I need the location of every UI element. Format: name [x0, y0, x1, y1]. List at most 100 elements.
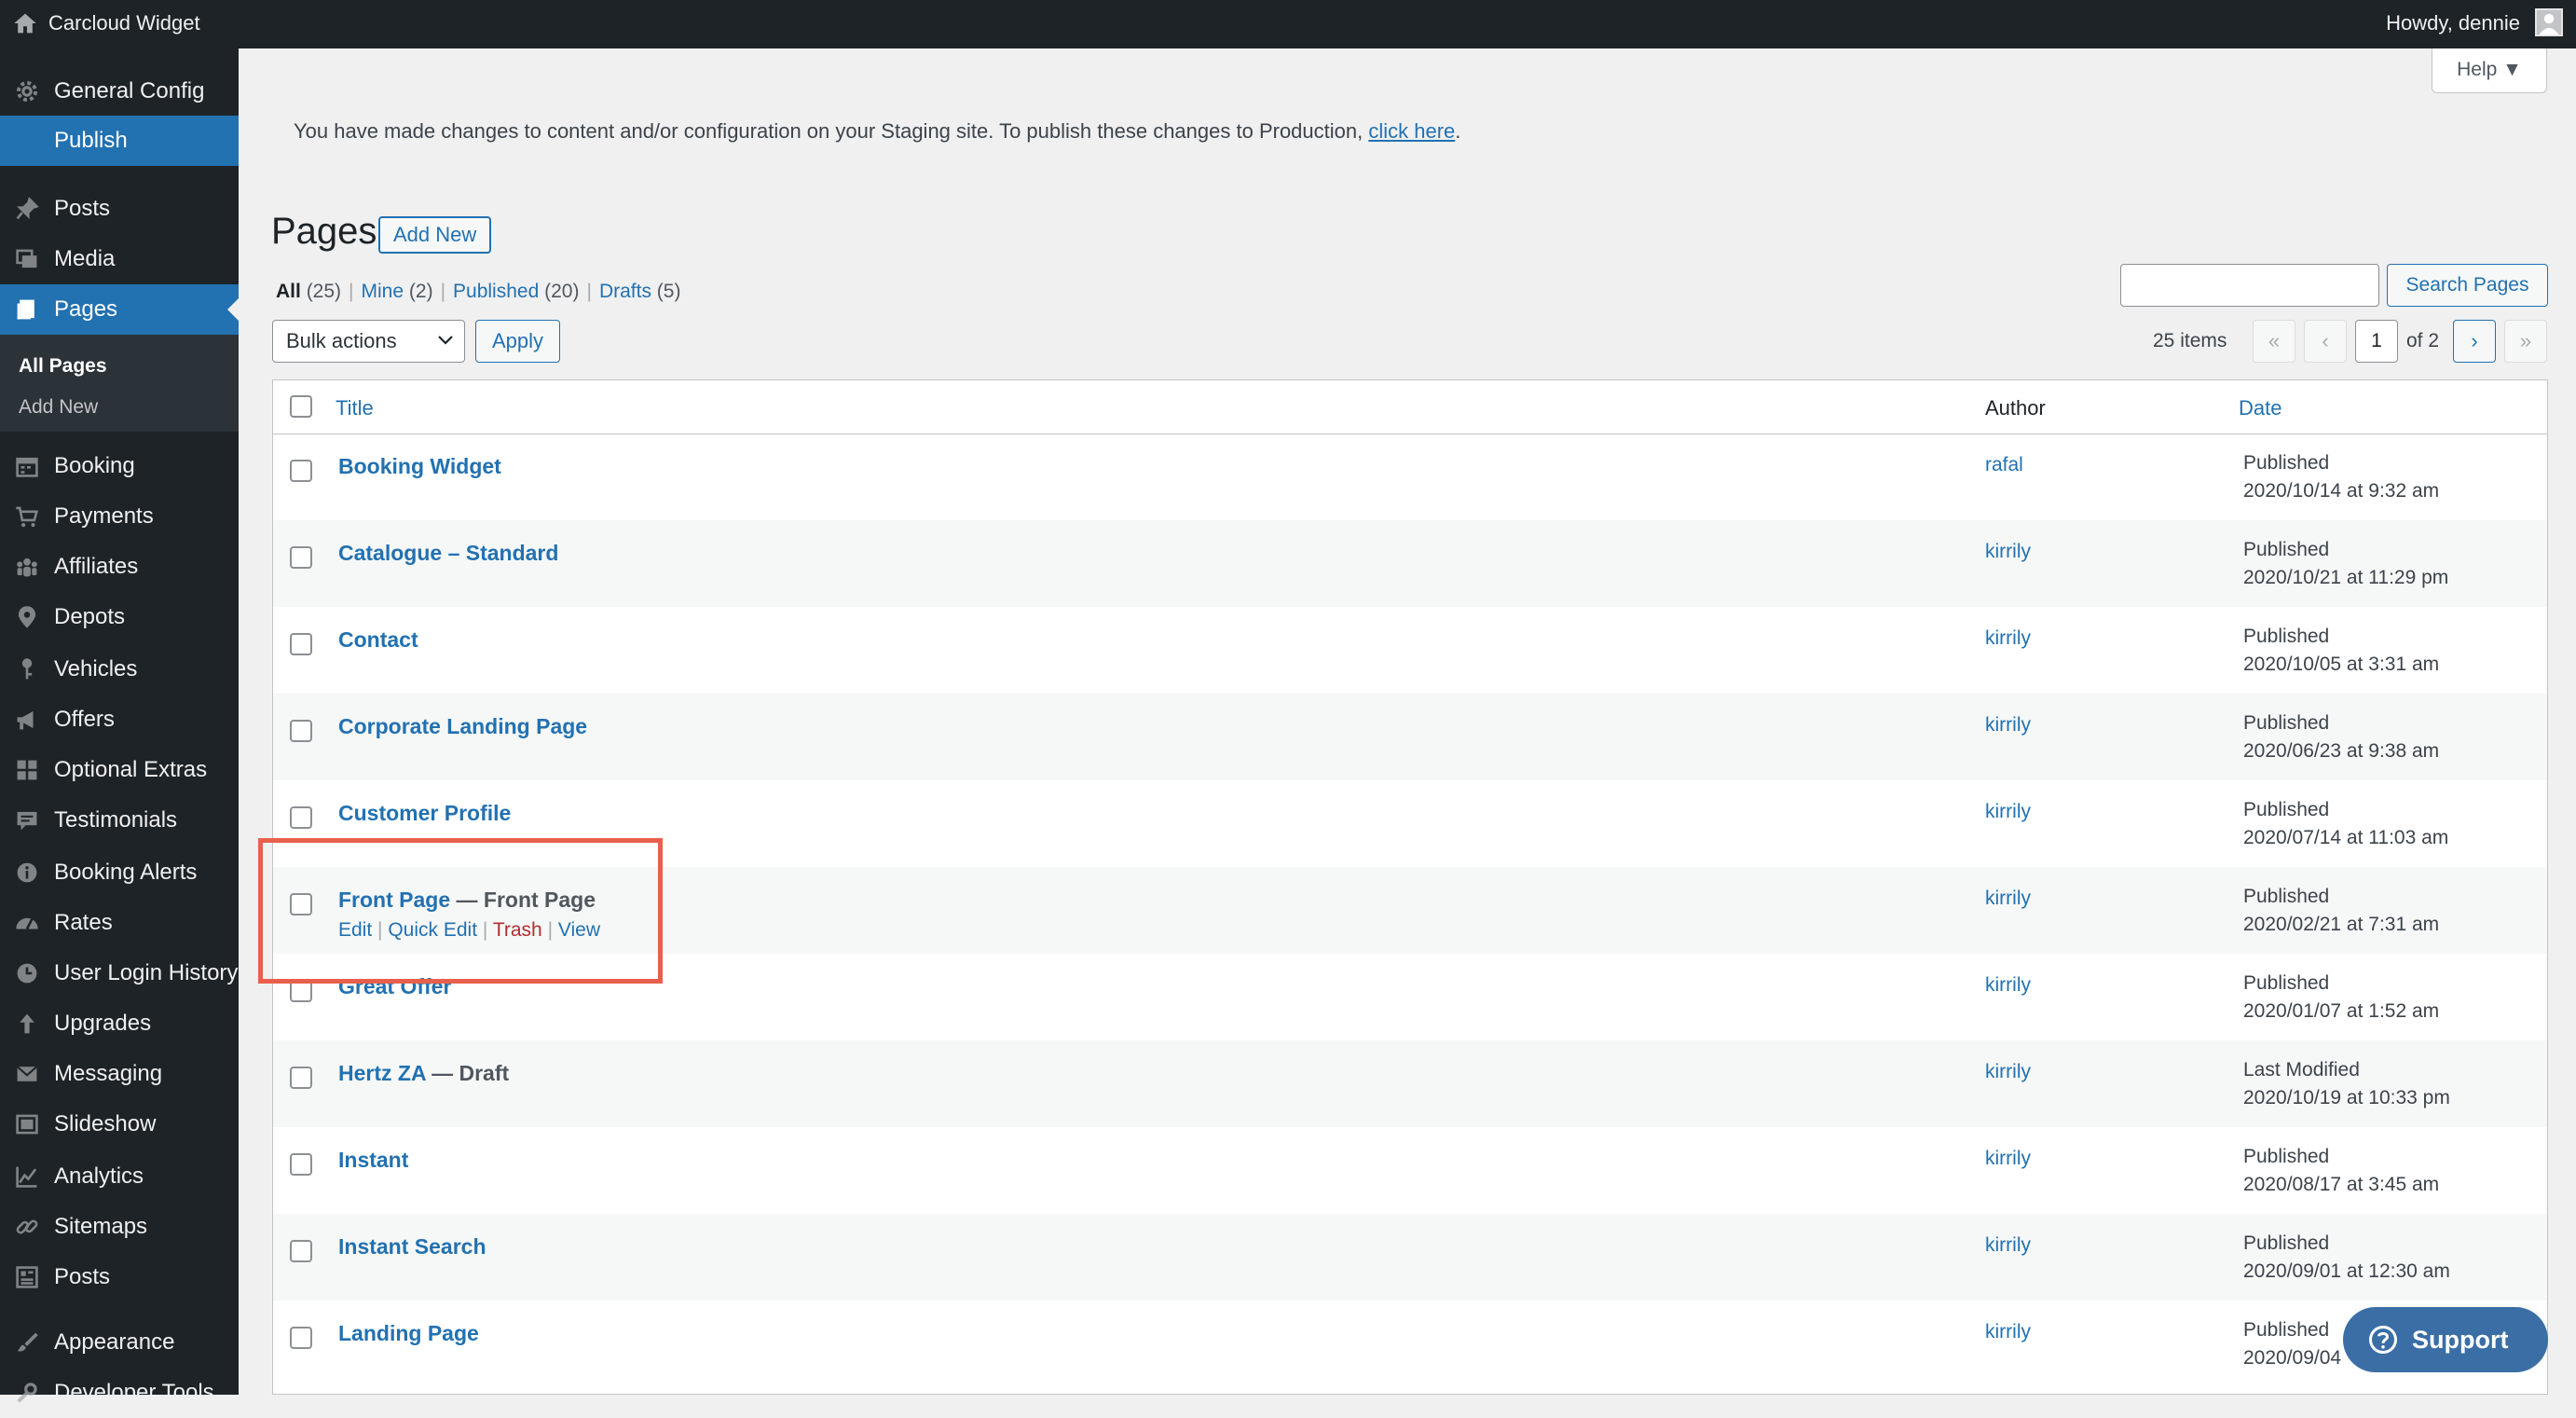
first-page-button[interactable]: «	[2253, 320, 2295, 363]
row-checkbox[interactable]	[290, 806, 312, 829]
menu-label: Booking Alerts	[54, 860, 198, 885]
row-checkbox[interactable]	[290, 720, 312, 742]
archive-icon	[16, 1266, 38, 1288]
avatar[interactable]	[2535, 8, 2563, 36]
author-link[interactable]: kirrily	[1985, 1148, 2031, 1170]
menu-testimonials[interactable]: Testimonials	[0, 795, 239, 846]
support-button[interactable]: Support	[2343, 1307, 2548, 1372]
page-title-link[interactable]: Booking Widget	[338, 454, 501, 478]
megaphone-icon	[17, 710, 34, 730]
clock-icon	[17, 963, 37, 984]
menu-label: Developer Tools	[54, 1380, 214, 1405]
menu-optional-extras[interactable]: Optional Extras	[0, 745, 239, 795]
menu-sitemaps[interactable]: Sitemaps	[0, 1202, 239, 1252]
menu-rates[interactable]: Rates	[0, 898, 239, 948]
menu-developer-tools[interactable]: Developer Tools	[0, 1368, 239, 1418]
column-title[interactable]: Title	[336, 396, 374, 420]
row-checkbox[interactable]	[290, 460, 312, 482]
author-link[interactable]: kirrily	[1985, 801, 2031, 823]
menu-upgrades[interactable]: Upgrades	[0, 998, 239, 1049]
page-title-link[interactable]: Customer Profile	[338, 801, 511, 825]
chevron-down-icon	[438, 336, 453, 345]
date-value: 2020/07/14 at 11:03 am	[2243, 827, 2449, 848]
notice-text: You have made changes to content and/or …	[294, 119, 1369, 143]
author-link[interactable]: kirrily	[1985, 627, 2031, 650]
page-title-link[interactable]: Contact	[338, 627, 418, 652]
row-title: Landing Page	[338, 1321, 479, 1346]
row-checkbox[interactable]	[290, 1153, 312, 1176]
author-link[interactable]: kirrily	[1985, 1321, 2031, 1343]
menu-offers[interactable]: Offers	[0, 695, 239, 745]
menu-user-login-history[interactable]: User Login History	[0, 948, 239, 998]
menu-media[interactable]: Media	[0, 234, 239, 284]
table-row: Hertz ZA — Draft kirrily Last Modified 2020…	[273, 1040, 2547, 1127]
menu-label: Sitemaps	[54, 1214, 148, 1239]
pin-icon	[16, 197, 39, 220]
page-title-link[interactable]: Corporate Landing Page	[338, 714, 587, 738]
filter-mine[interactable]: Mine	[362, 281, 404, 302]
menu-depots[interactable]: Depots	[0, 592, 239, 642]
menu-payments[interactable]: Payments	[0, 491, 239, 542]
filter-all[interactable]: All	[276, 281, 301, 302]
gear-icon	[16, 80, 38, 103]
select-all-checkbox[interactable]	[290, 395, 312, 418]
separator: |	[349, 281, 354, 302]
column-date[interactable]: Date	[2239, 396, 2281, 420]
page-title-link[interactable]: Instant Search	[338, 1234, 486, 1259]
page-title-link[interactable]: Catalogue – Standard	[338, 541, 558, 565]
menu-pages[interactable]: Pages	[0, 284, 239, 335]
search-pages-button[interactable]: Search Pages	[2387, 264, 2548, 307]
next-page-button[interactable]: ›	[2453, 320, 2496, 363]
add-new-button[interactable]: Add New	[378, 216, 492, 254]
menu-analytics[interactable]: Analytics	[0, 1151, 239, 1202]
help-tab-button[interactable]: Help ▼	[2432, 48, 2547, 93]
calendar-icon	[16, 457, 38, 477]
filter-drafts[interactable]: Drafts	[599, 281, 651, 302]
page-title-link[interactable]: Hertz ZA	[338, 1061, 426, 1085]
apply-button[interactable]: Apply	[475, 320, 560, 363]
author-link[interactable]: kirrily	[1985, 888, 2031, 910]
author-link[interactable]: kirrily	[1985, 714, 2031, 737]
row-title: Instant Search	[338, 1234, 486, 1260]
row-title: Customer Profile	[338, 801, 511, 826]
author-link[interactable]: rafal	[1985, 454, 2023, 476]
menu-affiliates[interactable]: Affiliates	[0, 542, 239, 592]
date-value: 2020/09/04	[2243, 1347, 2342, 1369]
menu-booking[interactable]: Booking	[0, 441, 239, 491]
page-title-link[interactable]: Landing Page	[338, 1321, 479, 1345]
last-page-button[interactable]: »	[2504, 320, 2547, 363]
prev-page-button[interactable]: ‹	[2304, 320, 2347, 363]
site-name-link[interactable]: Carcloud Widget	[48, 11, 200, 35]
menu-posts[interactable]: Posts	[0, 184, 239, 234]
menu-messaging[interactable]: Messaging	[0, 1049, 239, 1099]
menu-general-config[interactable]: General Config	[0, 66, 239, 117]
row-checkbox[interactable]	[290, 546, 312, 569]
menu-appearance[interactable]: Appearance	[0, 1317, 239, 1368]
help-circle-icon	[2369, 1326, 2397, 1354]
user-greeting[interactable]: Howdy, dennie	[2386, 11, 2520, 35]
bulk-actions-select[interactable]: Bulk actions	[272, 320, 465, 363]
table-row: Catalogue – Standard kirrily Published 2020…	[273, 520, 2547, 607]
menu-booking-alerts[interactable]: Booking Alerts	[0, 847, 239, 898]
author-link[interactable]: kirrily	[1985, 974, 2031, 997]
search-input[interactable]	[2120, 264, 2379, 307]
submenu-add-new[interactable]: Add New	[19, 396, 98, 419]
author-link[interactable]: kirrily	[1985, 541, 2031, 563]
row-checkbox[interactable]	[290, 1327, 312, 1349]
menu-slideshow[interactable]: Slideshow	[0, 1099, 239, 1150]
row-checkbox[interactable]	[290, 633, 312, 655]
author-link[interactable]: kirrily	[1985, 1061, 2031, 1083]
page-title-link[interactable]: Instant	[338, 1148, 408, 1172]
submenu-all-pages[interactable]: All Pages	[19, 355, 107, 378]
home-icon[interactable]	[13, 11, 37, 35]
row-checkbox[interactable]	[290, 1240, 312, 1262]
menu-label: Media	[54, 246, 116, 271]
publish-link[interactable]: click here	[1368, 119, 1455, 143]
menu-vehicles[interactable]: Vehicles	[0, 644, 239, 695]
menu-posts-archive[interactable]: Posts	[0, 1252, 239, 1302]
filter-published[interactable]: Published	[453, 281, 539, 302]
menu-publish[interactable]: Publish	[0, 116, 239, 166]
current-page-input[interactable]: 1	[2355, 320, 2398, 363]
row-checkbox[interactable]	[290, 1067, 312, 1089]
author-link[interactable]: kirrily	[1985, 1234, 2031, 1257]
